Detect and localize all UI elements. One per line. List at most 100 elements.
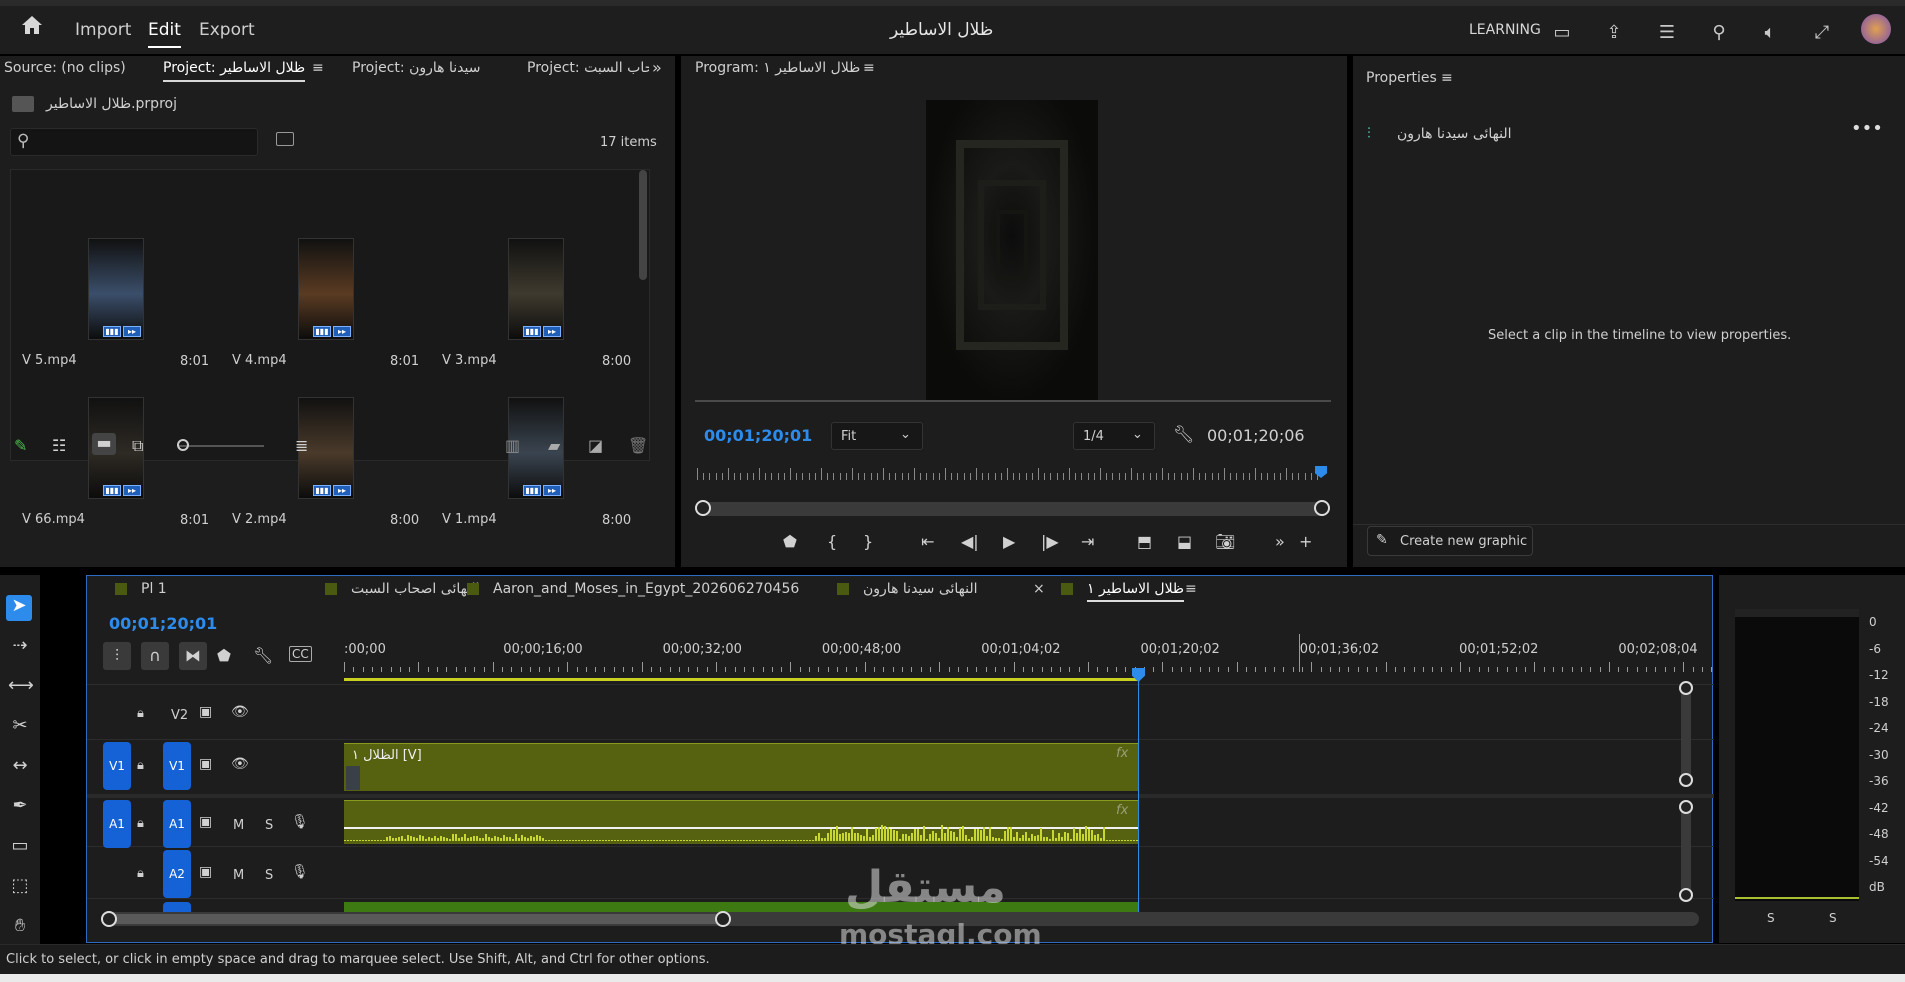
mark-in-icon[interactable]: { [827, 532, 837, 551]
sync-lock-icon[interactable]: ▣ [199, 864, 212, 880]
lock-icon[interactable]: 🔒︎ [137, 816, 144, 831]
lock-icon[interactable]: 🔒︎ [137, 706, 144, 721]
microphone-icon[interactable]: 🎙︎ [291, 864, 309, 880]
razor-icon[interactable]: ✂ [8, 715, 32, 739]
video-scroll-handle[interactable] [1679, 681, 1693, 695]
step-forward-icon[interactable]: |▶ [1041, 532, 1059, 551]
new-bin-icon[interactable]: ▰ [548, 436, 560, 455]
more-buttons-icon[interactable]: » [1275, 532, 1285, 551]
program-timecode-in[interactable]: 00;01;20;01 [704, 426, 812, 445]
rectangle-icon[interactable]: ▭ [8, 835, 32, 859]
quality-dropdown[interactable]: 1/4 ⌄ [1073, 422, 1155, 450]
avatar[interactable] [1861, 14, 1891, 44]
program-zoom-bar[interactable] [697, 502, 1327, 516]
audio-clip-a1[interactable]: fx [344, 800, 1138, 844]
extract-icon[interactable]: ⬓ [1177, 532, 1192, 551]
lift-icon[interactable]: ⬒ [1137, 532, 1152, 551]
play-icon[interactable]: ▶ [1003, 532, 1015, 551]
menu-edit[interactable]: Edit [148, 20, 181, 48]
add-marker-icon[interactable]: ⬟ [783, 532, 797, 551]
properties-menu-icon[interactable]: ≡ [1441, 70, 1453, 86]
work-area-bar[interactable] [344, 678, 1138, 681]
add-button-icon[interactable]: + [1299, 532, 1312, 551]
sort-icon[interactable]: ≣ [295, 436, 308, 455]
tab-project-sabt[interactable]: Project: حاب السبت [527, 60, 649, 76]
timeline-tab[interactable]: النهائى سيدنا هارون [863, 581, 977, 597]
freeform-view-icon[interactable]: ⧉ [132, 436, 143, 456]
menu-export[interactable]: Export [199, 20, 255, 40]
audio-scroll-handle[interactable] [1679, 888, 1693, 902]
clip-thumbnail[interactable]: ▮▮▮ ▸▸ [88, 238, 144, 340]
program-menu-icon[interactable]: ≡ [863, 60, 875, 76]
track-select-icon[interactable]: ⇢ [8, 635, 32, 659]
tab-project-haroun[interactable]: Project: سيدنا هارون [352, 60, 480, 76]
track-target-v1[interactable]: V1 [163, 742, 191, 790]
program-ruler[interactable] [697, 466, 1319, 480]
sync-lock-icon[interactable]: ▣ [199, 704, 212, 720]
trash-icon[interactable]: 🗑︎ [628, 436, 648, 455]
step-back-icon[interactable]: ◀| [961, 532, 979, 551]
track-target-a1[interactable]: A1 [163, 800, 191, 848]
tab-project-main[interactable]: Project: ظلال الاساطير [163, 60, 306, 82]
linked-select-icon[interactable]: ⧓ [179, 642, 207, 670]
list-view-icon[interactable]: ☷ [52, 436, 66, 455]
timeline-hscroll-thumb[interactable] [103, 914, 721, 924]
go-to-out-icon[interactable]: ⇥ [1081, 532, 1094, 551]
ellipsis-icon[interactable]: ••• [1851, 118, 1883, 139]
clip-thumbnail[interactable]: ▮▮▮ ▸▸ [298, 238, 354, 340]
wrench-icon[interactable]: 🔧︎ [1173, 425, 1195, 445]
pencil-icon[interactable]: ✎ [14, 436, 27, 455]
panel-toggle-icon[interactable]: ▭ [1550, 22, 1574, 44]
ripple-edit-icon[interactable]: ⟷ [8, 675, 34, 699]
video-scrollbar[interactable] [1681, 686, 1691, 782]
source-patch-a1[interactable]: A1 [103, 800, 131, 848]
mark-out-icon[interactable]: } [863, 532, 873, 551]
eye-icon[interactable]: 👁︎ [231, 756, 249, 772]
fullscreen-icon[interactable]: ⤢ [1810, 22, 1834, 44]
mute-button[interactable]: M [233, 818, 244, 833]
timeline-ruler[interactable]: :00;00 00;00;16;00 00;00;32;00 00;00;48;00 0… [344, 634, 1740, 680]
meter-solo-left[interactable]: S [1767, 911, 1775, 925]
camera-icon[interactable]: 📷︎ [1215, 532, 1235, 551]
new-item-icon[interactable]: ◪ [588, 436, 603, 455]
insert-sequence-icon[interactable]: ⫶ [103, 642, 131, 670]
slip-icon[interactable]: ↔ [8, 755, 32, 779]
program-tab[interactable]: Program: ظلال الاساطير ١ [695, 60, 860, 76]
selection-tool-icon[interactable]: ➤ [6, 595, 32, 621]
hscroll-right-handle[interactable] [715, 911, 731, 927]
microphone-icon[interactable]: 🎙︎ [291, 814, 309, 830]
zoom-slider[interactable] [178, 445, 264, 447]
tab-menu-icon[interactable]: ≡ [312, 60, 324, 76]
automate-icon[interactable]: ▥ [505, 436, 520, 455]
source-patch-v1[interactable]: V1 [103, 742, 131, 790]
video-scroll-handle[interactable] [1679, 773, 1693, 787]
zoom-slider-handle[interactable] [177, 439, 189, 451]
hscroll-left-handle[interactable] [101, 911, 117, 927]
type-icon[interactable]: ⬚ [8, 875, 32, 899]
share-icon[interactable]: ⇪ [1602, 22, 1626, 44]
timeline-settings-icon[interactable]: 🔧︎ [253, 646, 273, 665]
pen-icon[interactable]: ✒ [8, 795, 32, 819]
hand-icon[interactable]: ✋︎ [8, 915, 32, 939]
menu-import[interactable]: Import [75, 20, 131, 40]
audio-scrollbar[interactable] [1681, 804, 1691, 900]
quick-search-icon[interactable]: ⚲ [1707, 22, 1731, 44]
volume-icon[interactable]: 🔈︎ [1758, 22, 1782, 44]
timeline-timecode[interactable]: 00;01;20;01 [109, 614, 217, 633]
snap-icon[interactable]: ∩ [141, 642, 169, 670]
timeline-tab[interactable]: ظلال الاساطير ١ [1087, 581, 1185, 602]
workspace-label[interactable]: LEARNING [1469, 22, 1541, 38]
add-marker-timeline-icon[interactable]: ⬟ [217, 646, 231, 665]
meter-solo-right[interactable]: S [1829, 911, 1837, 925]
fit-dropdown[interactable]: Fit ⌄ [831, 422, 923, 450]
go-to-in-icon[interactable]: ⇤ [921, 532, 934, 551]
grid-scrollbar[interactable] [639, 170, 647, 280]
solo-button[interactable]: S [265, 818, 273, 833]
clip-thumbnail[interactable]: ▮▮▮ ▸▸ [508, 238, 564, 340]
sync-lock-icon[interactable]: ▣ [199, 756, 212, 772]
video-clip[interactable]: الظلال ١ [V] fx [344, 743, 1138, 791]
lock-icon[interactable]: 🔒︎ [137, 758, 144, 773]
tab-source[interactable]: Source: (no clips) [4, 60, 126, 76]
home-icon[interactable] [20, 14, 44, 38]
timeline-tab[interactable]: Aaron_and_Moses_in_Egypt_202606270456 [493, 581, 799, 597]
